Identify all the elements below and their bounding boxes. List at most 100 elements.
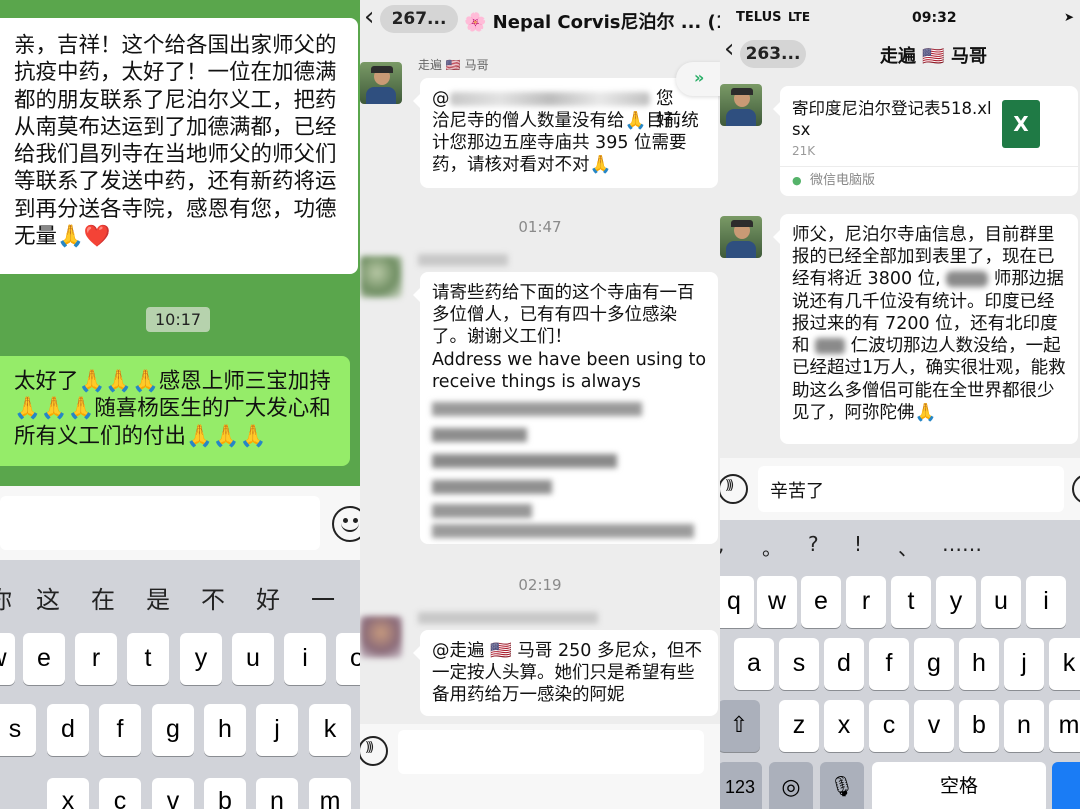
chat-header: ‹ 267... 🌸 Nepal Corvis尼泊尔 ... (18 xyxy=(360,0,720,38)
punct-key[interactable]: ! xyxy=(854,532,862,556)
message-input[interactable]: 辛苦了 xyxy=(758,466,1064,512)
key-s[interactable]: s xyxy=(779,638,819,690)
key-v[interactable]: v xyxy=(152,778,194,809)
key-t[interactable]: t xyxy=(891,576,931,628)
candidate-item[interactable]: 一 xyxy=(311,580,335,615)
key-h[interactable]: h xyxy=(959,638,999,690)
chat-panel-right: TELUS LTE 09:32 ➤ ‹ 263... 走遍 🇺🇸 马哥 寄印度尼… xyxy=(720,0,1080,809)
key-k[interactable]: k xyxy=(1049,638,1080,690)
mention-symbol: @ xyxy=(432,89,450,109)
back-icon[interactable]: ‹ xyxy=(724,34,734,64)
message-bubble[interactable]: @ 您好， 洽尼寺的僧人数量没有给🙏目前统计您那边五座寺庙共 395 位需要药，… xyxy=(413,78,718,188)
input-bar xyxy=(0,486,360,560)
key-b[interactable]: b xyxy=(204,778,246,809)
key-z[interactable]: z xyxy=(779,700,819,752)
key-j[interactable]: j xyxy=(1004,638,1044,690)
avatar[interactable] xyxy=(720,84,762,126)
emoji-icon[interactable] xyxy=(1072,474,1080,504)
space-key[interactable]: 空格 xyxy=(872,762,1046,809)
key-q[interactable]: q xyxy=(720,576,754,628)
punct-key[interactable]: ? xyxy=(808,532,819,556)
message-bubble[interactable]: 师父，尼泊尔寺庙信息，目前群里报的已经全部加到表里了，现在已经有将近 3800 … xyxy=(773,214,1078,444)
key-c[interactable]: c xyxy=(99,778,141,809)
message-input[interactable] xyxy=(0,496,320,550)
key-o[interactable]: o xyxy=(336,633,360,685)
key-w[interactable]: w xyxy=(757,576,797,628)
punct-key[interactable]: 、 xyxy=(898,532,918,561)
key-a[interactable]: a xyxy=(734,638,774,690)
key-m[interactable]: m xyxy=(309,778,351,809)
key-n[interactable]: n xyxy=(256,778,298,809)
message-bubble[interactable]: 请寄些药给下面的这个寺庙有一百多位僧人，已有有四十多位感染了。谢谢义工们！ Ad… xyxy=(413,272,718,544)
avatar[interactable] xyxy=(360,616,402,658)
candidate-item[interactable]: 是 xyxy=(146,580,170,615)
key-f[interactable]: f xyxy=(869,638,909,690)
excel-file-icon: X xyxy=(1002,100,1040,148)
key-d[interactable]: d xyxy=(824,638,864,690)
numbers-key[interactable]: 123 xyxy=(720,762,762,809)
back-icon[interactable]: ‹ xyxy=(364,2,374,32)
globe-icon[interactable]: ◎ xyxy=(769,762,813,809)
voice-input-icon[interactable] xyxy=(720,474,748,504)
key-u[interactable]: u xyxy=(232,633,274,685)
key-h[interactable]: h xyxy=(204,704,246,756)
punct-key[interactable]: 。 xyxy=(762,532,782,561)
key-n[interactable]: n xyxy=(1004,700,1044,752)
key-c[interactable]: c xyxy=(869,700,909,752)
key-f[interactable]: f xyxy=(99,704,141,756)
redacted-name xyxy=(815,338,846,355)
key-v[interactable]: v xyxy=(914,700,954,752)
candidate-item[interactable]: 在 xyxy=(91,580,115,615)
unread-count-pill[interactable]: 263... xyxy=(740,40,806,68)
timestamp: 10:17 xyxy=(146,307,211,332)
message-input[interactable] xyxy=(398,730,704,774)
candidate-item[interactable]: 这 xyxy=(36,580,60,615)
key-i[interactable]: i xyxy=(1026,576,1066,628)
key-s[interactable]: s xyxy=(0,704,36,756)
avatar[interactable] xyxy=(360,62,402,104)
key-r[interactable]: r xyxy=(75,633,117,685)
sender-name-redacted xyxy=(418,612,598,624)
key-m[interactable]: m xyxy=(1049,700,1080,752)
redacted-name xyxy=(450,92,650,106)
voice-input-icon[interactable] xyxy=(360,736,388,766)
unread-count-pill[interactable]: 267... xyxy=(380,5,458,33)
emoji-icon[interactable] xyxy=(332,506,360,542)
key-g[interactable]: g xyxy=(914,638,954,690)
punct-key[interactable]: …… xyxy=(942,532,982,556)
message-bubble[interactable]: @走遍 🇺🇸 马哥 250 多尼众，但不一定按人头算。她们只是希望有些备用药给万… xyxy=(413,630,718,716)
candidate-item[interactable]: 不 xyxy=(201,580,225,615)
redacted-name xyxy=(946,271,989,288)
key-j[interactable]: j xyxy=(256,704,298,756)
key-x[interactable]: x xyxy=(47,778,89,809)
microphone-icon[interactable]: 🎙 xyxy=(820,762,864,809)
message-english: Address we have been using to receive th… xyxy=(432,349,707,392)
candidate-item[interactable]: 好 xyxy=(256,580,280,615)
received-message-bubble[interactable]: 亲，吉祥！这个给各国出家师父的抗疫中药，太好了！一位在加德满都的朋友联系了尼泊尔… xyxy=(0,18,358,274)
key-i[interactable]: i xyxy=(284,633,326,685)
shift-key[interactable]: ⇧ xyxy=(720,700,760,752)
key-b[interactable]: b xyxy=(959,700,999,752)
key-w[interactable]: w xyxy=(0,633,15,685)
key-e[interactable]: e xyxy=(801,576,841,628)
key-e[interactable]: e xyxy=(23,633,65,685)
key-y[interactable]: y xyxy=(180,633,222,685)
key-k[interactable]: k xyxy=(309,704,351,756)
key-u[interactable]: u xyxy=(981,576,1021,628)
status-bar: TELUS LTE 09:32 ➤ xyxy=(720,0,1080,34)
key-r[interactable]: r xyxy=(846,576,886,628)
key-y[interactable]: y xyxy=(936,576,976,628)
avatar[interactable] xyxy=(720,216,762,258)
punct-key[interactable]: , xyxy=(720,532,724,556)
candidate-item[interactable]: 你 xyxy=(0,580,12,615)
key-t[interactable]: t xyxy=(127,633,169,685)
return-key[interactable] xyxy=(1052,762,1080,809)
sent-message-bubble[interactable]: 太好了🙏🙏🙏感恩上师三宝加持🙏🙏🙏随喜杨医生的广大发心和所有义工们的付出🙏🙏🙏 xyxy=(0,356,350,466)
key-g[interactable]: g xyxy=(152,704,194,756)
scroll-to-mention-button[interactable]: » xyxy=(676,62,720,96)
key-x[interactable]: x xyxy=(824,700,864,752)
status-clock: 09:32 xyxy=(912,10,957,26)
avatar[interactable] xyxy=(360,256,402,298)
file-message-card[interactable]: 寄印度尼泊尔登记表518.xlsx 21K X ● 微信电脑版 xyxy=(773,86,1078,196)
key-d[interactable]: d xyxy=(47,704,89,756)
